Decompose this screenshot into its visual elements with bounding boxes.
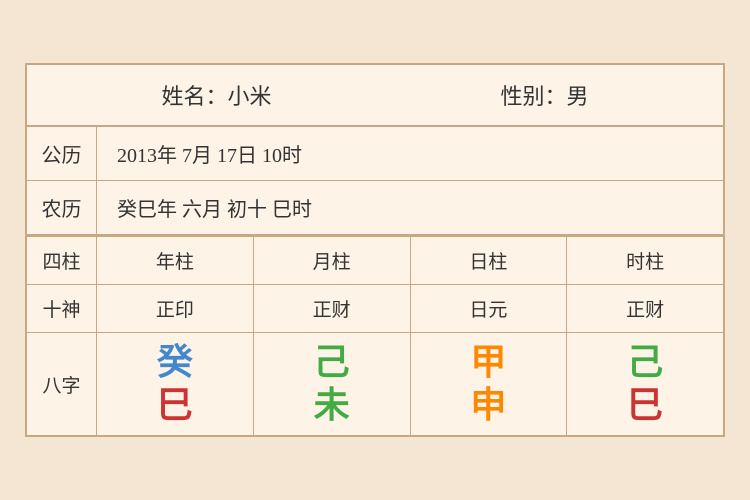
lunar-label: 农历 (27, 181, 97, 234)
lunar-row: 农历 癸巳年 六月 初十 巳时 (27, 181, 723, 235)
columns-row: 四柱 年柱 月柱 日柱 时柱 (27, 235, 723, 285)
bazhi-year-bot: 巳 (157, 384, 193, 427)
shishen-year: 正印 (97, 285, 254, 332)
bazhi-month-bot: 未 (314, 384, 350, 427)
header-row: 姓名：小米 性别：男 (27, 65, 723, 127)
lunar-value: 癸巳年 六月 初十 巳时 (97, 181, 723, 234)
bazhi-day-top: 甲 (470, 341, 506, 384)
shishen-day: 日元 (411, 285, 568, 332)
gregorian-row: 公历 2013年 7月 17日 10时 (27, 127, 723, 181)
name-label: 姓名：小米 (161, 79, 271, 111)
month-col-label: 月柱 (254, 237, 411, 284)
year-col-label: 年柱 (97, 237, 254, 284)
gender-label: 性别：男 (500, 79, 588, 111)
bazhi-month-top: 己 (314, 341, 350, 384)
bazhi-row: 八字 癸 巳 己 未 甲 申 己 巳 (27, 333, 723, 435)
sizhu-label: 四柱 (27, 237, 97, 284)
shishen-row: 十神 正印 正财 日元 正财 (27, 285, 723, 333)
bazhi-hour-bot: 巳 (627, 384, 663, 427)
bazhi-day-bot: 申 (470, 384, 506, 427)
shishen-hour: 正财 (567, 285, 723, 332)
bazhi-year-top: 癸 (157, 341, 193, 384)
bazhi-hour: 己 巳 (567, 333, 723, 435)
gregorian-value: 2013年 7月 17日 10时 (97, 127, 723, 180)
bazhi-day: 甲 申 (411, 333, 568, 435)
gregorian-label: 公历 (27, 127, 97, 180)
bazhi-hour-top: 己 (627, 341, 663, 384)
shishen-label: 十神 (27, 285, 97, 332)
day-col-label: 日柱 (411, 237, 568, 284)
bazhi-month: 己 未 (254, 333, 411, 435)
bazhi-label: 八字 (27, 333, 97, 435)
hour-col-label: 时柱 (567, 237, 723, 284)
bazhi-year: 癸 巳 (97, 333, 254, 435)
shishen-month: 正财 (254, 285, 411, 332)
main-container: 姓名：小米 性别：男 公历 2013年 7月 17日 10时 农历 癸巳年 六月… (25, 63, 725, 437)
